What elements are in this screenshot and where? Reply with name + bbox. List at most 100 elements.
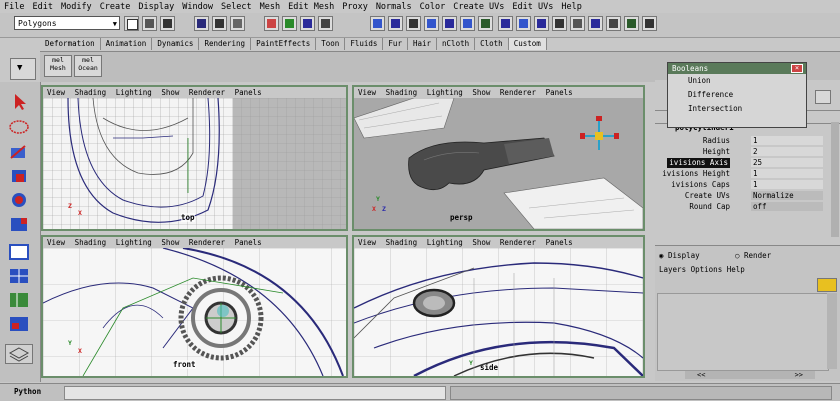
new-scene-icon[interactable] [124, 16, 139, 31]
snap-grid-icon[interactable] [264, 16, 279, 31]
scroll-right-icon[interactable]: >> [795, 371, 803, 379]
select-component-icon[interactable] [230, 16, 245, 31]
close-icon[interactable]: × [791, 64, 803, 73]
scene-icon[interactable] [552, 16, 567, 31]
tab-dynamics[interactable]: Dynamics [152, 38, 200, 50]
tab-animation[interactable]: Animation [100, 38, 153, 50]
vp-menu-show[interactable]: Show [472, 88, 490, 97]
menu-create[interactable]: Create [96, 0, 135, 13]
viewport-side[interactable]: View Shading Lighting Show Renderer Pane… [352, 235, 645, 378]
channel-box-scrollbar[interactable] [831, 122, 839, 237]
snap-point-icon[interactable] [300, 16, 315, 31]
vp-menu-lighting[interactable]: Lighting [427, 88, 463, 97]
attr-row[interactable]: ivisions Height 1 [655, 169, 825, 179]
paint-select-icon[interactable] [5, 142, 33, 162]
menu-help[interactable]: Help [557, 0, 585, 13]
hypershade-icon[interactable] [570, 16, 585, 31]
attr-value[interactable]: 1 [751, 180, 823, 189]
menu-window[interactable]: Window [178, 0, 217, 13]
render-radio[interactable]: ○ Render [735, 251, 771, 260]
menu-select[interactable]: Select [217, 0, 256, 13]
grid-toggle-icon[interactable] [498, 16, 513, 31]
select-hierarchy-icon[interactable] [194, 16, 209, 31]
vp-menu-show[interactable]: Show [161, 238, 179, 247]
mode-selector[interactable]: Polygons ▼ [14, 16, 120, 30]
attr-value[interactable]: Normalize [751, 191, 823, 200]
vp-menu-view[interactable]: View [47, 88, 65, 97]
tab-ncloth[interactable]: nCloth [437, 38, 476, 50]
shelf-button-ocean[interactable]: mel Ocean [74, 55, 102, 77]
shelf-button-mesh[interactable]: mel Mesh [44, 55, 72, 77]
menu-modify[interactable]: Modify [57, 0, 96, 13]
tab-custom[interactable]: Custom [508, 38, 547, 50]
layer-menu-options[interactable]: Options [691, 265, 723, 274]
outliner-icon[interactable] [624, 16, 639, 31]
vp-menu-show[interactable]: Show [161, 88, 179, 97]
attr-value[interactable]: 1 [751, 136, 823, 145]
vp-menu-panels[interactable]: Panels [546, 238, 573, 247]
vp-menu-view[interactable]: View [47, 238, 65, 247]
layer-horizontal-scrollbar[interactable]: << >> [685, 371, 815, 379]
new-layer-icon[interactable] [817, 278, 837, 292]
menu-proxy[interactable]: Proxy [338, 0, 372, 13]
construction-icon[interactable] [424, 16, 439, 31]
menu-normals[interactable]: Normals [372, 0, 416, 13]
vp-menu-lighting[interactable]: Lighting [116, 88, 152, 97]
menu-color[interactable]: Color [416, 0, 450, 13]
move-tool-icon[interactable] [5, 166, 33, 186]
open-scene-icon[interactable] [142, 16, 157, 31]
boolean-difference[interactable]: Difference [668, 88, 806, 102]
layers-stack-icon[interactable] [5, 344, 33, 364]
tab-hair[interactable]: Hair [407, 38, 438, 50]
attr-row[interactable]: Create UVs Normalize [655, 191, 825, 201]
visor-icon[interactable] [606, 16, 621, 31]
menu-create-uvs[interactable]: Create UVs [449, 0, 508, 13]
lasso-tool-icon[interactable] [5, 118, 33, 138]
attr-value[interactable]: 1 [751, 169, 823, 178]
vp-menu-view[interactable]: View [358, 88, 376, 97]
vp-menu-lighting[interactable]: Lighting [427, 238, 463, 247]
layout-graph-icon[interactable] [5, 314, 33, 334]
display-radio[interactable]: ◉ Display [659, 251, 700, 260]
tab-deformation[interactable]: Deformation [40, 38, 101, 50]
command-language-label[interactable]: Python [14, 387, 41, 396]
vp-menu-renderer[interactable]: Renderer [500, 88, 536, 97]
output-icon[interactable] [406, 16, 421, 31]
xray-icon[interactable] [516, 16, 531, 31]
save-scene-icon[interactable] [160, 16, 175, 31]
tab-fur[interactable]: Fur [383, 38, 408, 50]
snap-plane-icon[interactable] [318, 16, 333, 31]
render-settings-icon[interactable] [478, 16, 493, 31]
viewport-persp[interactable]: View Shading Lighting Show Renderer Pane… [352, 85, 645, 231]
ipr-render-icon[interactable] [460, 16, 475, 31]
layout-persp-outliner-icon[interactable] [5, 290, 33, 310]
scale-tool-icon[interactable] [5, 214, 33, 234]
tab-fluids[interactable]: Fluids [345, 38, 384, 50]
layer-menu-layers[interactable]: Layers [659, 265, 686, 274]
scroll-left-icon[interactable]: << [697, 371, 705, 379]
command-input[interactable] [64, 386, 446, 400]
vp-menu-panels[interactable]: Panels [235, 88, 262, 97]
attr-row[interactable]: Round Cap off [655, 202, 825, 212]
menu-edit-uvs[interactable]: Edit UVs [508, 0, 557, 13]
vp-menu-shading[interactable]: Shading [75, 88, 107, 97]
viewport-front[interactable]: View Shading Lighting Show Renderer Pane… [41, 235, 348, 378]
tab-painteffects[interactable]: PaintEffects [251, 38, 317, 50]
attr-value[interactable]: off [751, 202, 823, 211]
tool-settings-button-icon[interactable] [815, 90, 831, 104]
vp-menu-shading[interactable]: Shading [386, 88, 418, 97]
select-arrow-icon[interactable] [5, 92, 33, 112]
menu-edit[interactable]: Edit [28, 0, 56, 13]
render-view-icon[interactable] [588, 16, 603, 31]
layer-list-scrollbar[interactable] [827, 293, 837, 369]
shelf-menu-button[interactable]: ▼ [10, 58, 36, 80]
boolean-union[interactable]: Union [668, 74, 806, 88]
tab-cloth[interactable]: Cloth [475, 38, 509, 50]
attr-value[interactable]: 2 [751, 147, 823, 156]
vp-menu-shading[interactable]: Shading [75, 238, 107, 247]
input-icon[interactable] [388, 16, 403, 31]
vp-menu-renderer[interactable]: Renderer [500, 238, 536, 247]
attr-value[interactable]: 25 [751, 158, 823, 167]
snap-curve-icon[interactable] [282, 16, 297, 31]
select-object-icon[interactable] [212, 16, 227, 31]
